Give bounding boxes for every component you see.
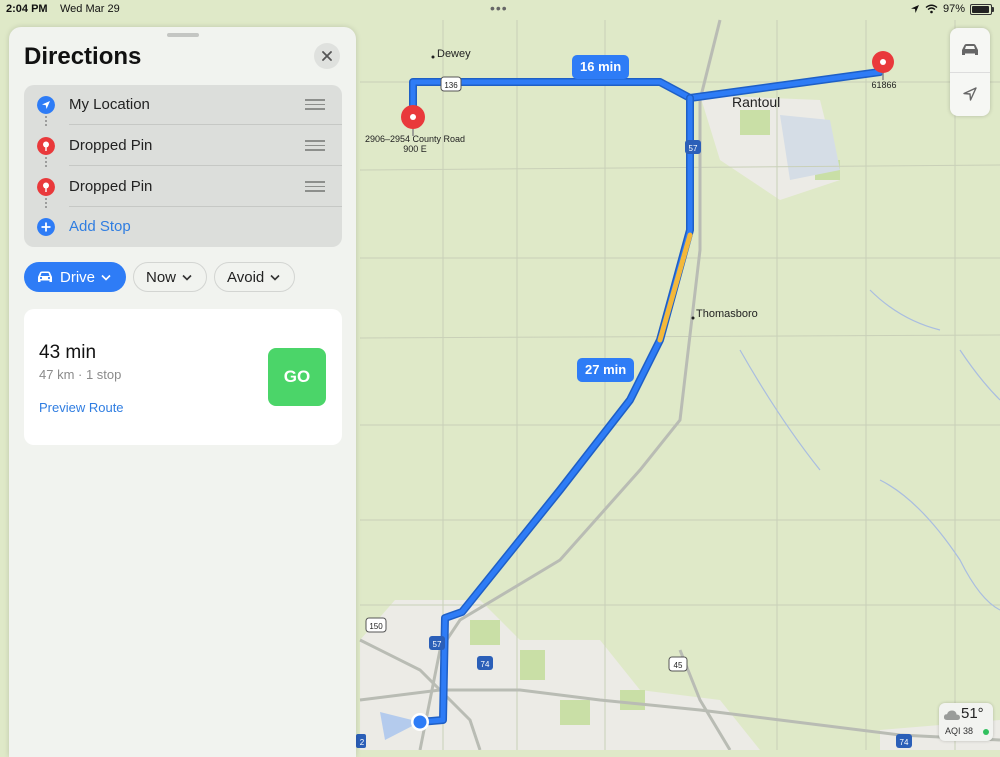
svg-text:136: 136 <box>444 81 458 90</box>
eta-label-16[interactable]: 16 min <box>572 55 630 79</box>
i57-shield: 57 <box>685 140 701 154</box>
close-icon <box>322 51 332 61</box>
pin-1-label: 2906–2954 County Road 900 E <box>364 134 466 154</box>
i57-shield-south: 57 <box>429 636 445 650</box>
reorder-handle-icon[interactable] <box>305 181 325 192</box>
go-button[interactable]: GO <box>268 348 326 406</box>
eta-label-27[interactable]: 27 min <box>577 358 635 382</box>
i74-shield: 74 <box>477 656 493 670</box>
weather-temp: 51° <box>961 705 984 722</box>
aqi-label: AQI 38 <box>945 726 974 736</box>
panel-title: Directions <box>24 43 142 70</box>
aqi-status-dot <box>983 729 989 735</box>
stop-label: Dropped Pin <box>69 137 153 154</box>
chevron-down-icon <box>270 274 280 281</box>
car-icon <box>38 271 52 282</box>
status-bar: 2:04 PM Wed Mar 29 ••• 97% <box>0 0 1000 20</box>
svg-text:45: 45 <box>674 661 683 670</box>
svg-text:57: 57 <box>433 640 442 649</box>
pin-2-label: 61866 <box>871 80 897 90</box>
route-duration: 43 min <box>39 342 97 363</box>
location-services-icon <box>910 5 919 13</box>
chevron-down-icon <box>182 274 192 281</box>
chevron-down-icon <box>101 274 111 281</box>
directions-panel: Directions My Location Dropped Pin Dropp… <box>9 27 356 757</box>
avoid-options-button[interactable]: Avoid <box>214 262 295 292</box>
svg-text:57: 57 <box>689 144 698 153</box>
pin-icon <box>37 137 55 155</box>
stop-my-location[interactable]: My Location <box>24 85 342 125</box>
map-controls <box>950 28 990 116</box>
dewey-dot <box>431 55 435 59</box>
dewey-label: Dewey <box>437 48 471 60</box>
reorder-handle-icon[interactable] <box>305 99 325 110</box>
drive-mode-button[interactable]: Drive <box>24 262 126 292</box>
edge-shield: 2 <box>356 734 366 748</box>
pin-icon <box>37 178 55 196</box>
track-location-button[interactable] <box>950 72 990 116</box>
thomasboro-label: Thomasboro <box>696 308 758 320</box>
stop-dropped-pin-2[interactable]: Dropped Pin <box>24 167 342 207</box>
rantoul-label: Rantoul <box>732 94 781 110</box>
i74-shield-east: 74 <box>896 734 912 748</box>
cloud-icon <box>943 710 960 720</box>
us45-shield: 45 <box>668 656 688 672</box>
svg-text:150: 150 <box>369 622 383 631</box>
stop-label: Dropped Pin <box>69 178 153 195</box>
divider <box>69 165 342 166</box>
route-details: 47 km · 1 stop <box>39 367 122 382</box>
svg-text:74: 74 <box>481 660 490 669</box>
map-mode-button[interactable] <box>950 28 990 72</box>
us150-shield: 150 <box>365 617 387 633</box>
weather-widget[interactable]: 51° AQI 38 <box>939 703 993 741</box>
preview-route-link[interactable]: Preview Route <box>39 400 124 415</box>
car-icon <box>962 44 978 55</box>
svg-text:2: 2 <box>360 738 365 747</box>
location-arrow-icon <box>963 87 977 101</box>
add-stop-label: Add Stop <box>69 218 131 235</box>
multitask-dots-icon[interactable]: ••• <box>490 0 508 16</box>
stop-label: My Location <box>69 96 150 113</box>
add-stop-button[interactable]: Add Stop <box>24 207 342 247</box>
battery-percent: 97% <box>942 3 965 15</box>
thomasboro-dot <box>691 316 695 320</box>
route-card[interactable]: 43 min 47 km · 1 stop Preview Route GO <box>24 309 342 445</box>
departure-time-button[interactable]: Now <box>133 262 207 292</box>
stop-dropped-pin-1[interactable]: Dropped Pin <box>24 126 342 166</box>
wifi-icon <box>925 4 938 14</box>
close-button[interactable] <box>314 43 340 69</box>
plus-icon <box>37 218 55 236</box>
divider <box>69 124 342 125</box>
drive-label: Drive <box>60 268 96 286</box>
status-right: 97% <box>910 3 994 15</box>
current-location-dot[interactable] <box>413 715 427 729</box>
battery-icon <box>970 3 994 15</box>
us136-shield: 136 <box>440 76 462 92</box>
reorder-handle-icon[interactable] <box>305 140 325 151</box>
panel-grabber[interactable] <box>167 33 199 37</box>
avoid-label: Avoid <box>227 268 265 286</box>
status-date: Wed Mar 29 <box>60 3 120 15</box>
location-arrow-icon <box>37 96 55 114</box>
svg-text:74: 74 <box>900 738 909 747</box>
now-label: Now <box>146 268 177 286</box>
stops-list: My Location Dropped Pin Dropped Pin Add … <box>24 85 342 247</box>
status-time: 2:04 PM <box>6 3 48 15</box>
